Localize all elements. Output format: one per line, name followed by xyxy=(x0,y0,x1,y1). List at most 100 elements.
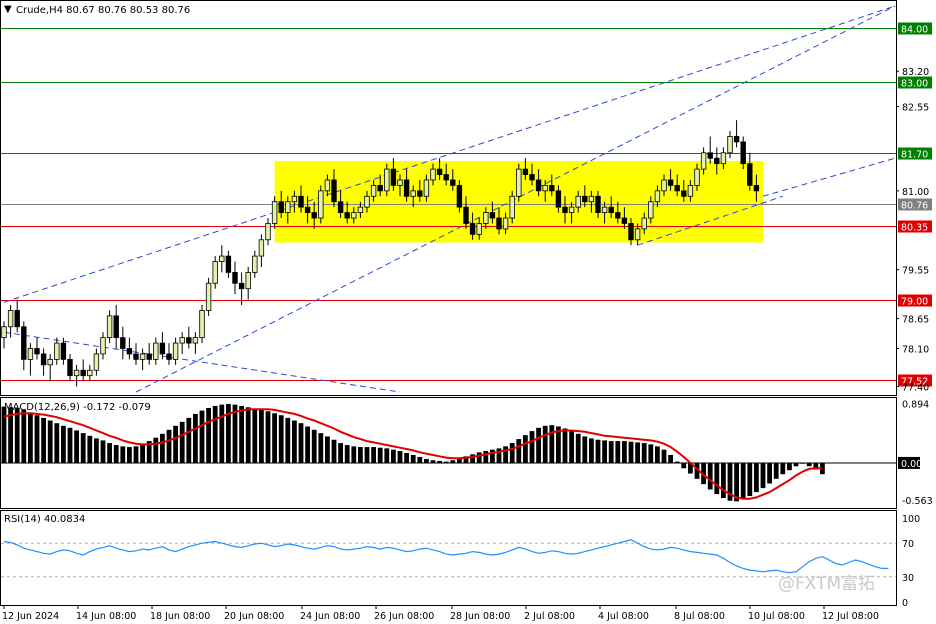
candle-body-2 xyxy=(14,310,20,328)
macd-bar-97 xyxy=(641,443,647,463)
candle-body-35 xyxy=(232,271,238,284)
candle-body-26 xyxy=(172,342,179,360)
candle-body-53 xyxy=(351,212,357,219)
macd-bar-2 xyxy=(14,407,20,463)
macd-bar-109 xyxy=(721,462,726,499)
macd-bar-21 xyxy=(140,444,145,463)
candle-body-36 xyxy=(238,282,245,290)
time-axis: 12 Jun 2024 14 Jun 08:00 18 Jun 08:00 20 Ju… xyxy=(2,605,879,622)
macd-bar-89 xyxy=(589,438,594,463)
time-tick-label-3: 20 Jun 08:00 xyxy=(224,611,284,622)
candle-body-87 xyxy=(575,195,581,208)
candle-body-103 xyxy=(681,190,687,197)
macd-bar-58 xyxy=(384,448,390,463)
macd-bar-25 xyxy=(166,429,172,463)
candle-body-43 xyxy=(285,201,291,213)
candle-body-88 xyxy=(582,195,588,203)
candle-body-57 xyxy=(377,185,383,192)
macd-bar-108 xyxy=(714,462,720,495)
time-tick-label-10: 10 Jul 08:00 xyxy=(748,611,805,622)
candle-body-96 xyxy=(634,228,641,241)
macd-bar-18 xyxy=(120,446,126,463)
macd-bar-49 xyxy=(325,436,330,463)
time-tick-label-4: 24 Jun 08:00 xyxy=(300,611,360,622)
rsi-tick-label-2: 30 xyxy=(902,573,914,584)
collapse-triangle-icon[interactable]: ▼ xyxy=(4,4,12,15)
macd-bar-64 xyxy=(424,458,429,463)
candle-body-104 xyxy=(687,185,694,197)
candle-body-60 xyxy=(397,179,403,186)
time-tick-label-6: 28 Jun 08:00 xyxy=(450,611,510,622)
candle-body-56 xyxy=(370,185,377,197)
macd-bar-88 xyxy=(582,436,588,463)
macd-bar-81 xyxy=(536,427,541,463)
candle-body-10 xyxy=(67,358,73,377)
macd-bar-32 xyxy=(212,405,218,463)
time-tick-label-5: 26 Jun 08:00 xyxy=(374,611,434,622)
macd-bar-47 xyxy=(311,429,317,463)
macd-bar-8 xyxy=(54,423,60,463)
macd-bar-6 xyxy=(41,417,46,463)
candle-body-83 xyxy=(549,185,555,192)
candle-body-22 xyxy=(146,353,152,360)
macd-bar-9 xyxy=(61,425,66,463)
time-tick-label-7: 2 Jul 08:00 xyxy=(524,611,575,622)
candle-body-9 xyxy=(60,342,67,360)
candle-body-74 xyxy=(489,212,496,219)
macd-bar-61 xyxy=(404,453,409,463)
macd-bar-107 xyxy=(707,462,713,490)
candle-body-94 xyxy=(621,217,628,224)
candle-body-38 xyxy=(252,255,258,273)
price-tick-label-5: 81.00 xyxy=(902,187,929,198)
macd-bar-56 xyxy=(371,447,376,463)
candle-body-99 xyxy=(654,190,661,203)
candle-body-29 xyxy=(192,337,199,344)
macd-bar-39 xyxy=(259,409,264,463)
time-tick-label-2: 18 Jun 08:00 xyxy=(150,611,210,622)
level-label-2: 81.70 xyxy=(901,150,928,161)
candle-body-102 xyxy=(674,185,680,192)
macd-bar-95 xyxy=(628,441,634,463)
price-chart: 84.0083.0081.7080.7680.3579.0077.52 83.2… xyxy=(0,0,933,622)
candle-body-7 xyxy=(47,358,53,366)
candle-body-4 xyxy=(27,348,34,360)
level-label-3: 80.76 xyxy=(901,201,928,212)
candle-body-90 xyxy=(595,195,601,213)
candle-body-19 xyxy=(126,348,133,355)
candle-body-55 xyxy=(364,195,370,208)
macd-bar-91 xyxy=(602,440,607,463)
macd-bar-101 xyxy=(668,454,673,463)
candle-body-15 xyxy=(100,337,106,355)
candle-body-89 xyxy=(588,195,595,203)
candle-body-112 xyxy=(740,141,746,165)
candle-body-75 xyxy=(496,217,502,230)
macd-bar-52 xyxy=(344,445,350,463)
candle-body-113 xyxy=(747,163,753,186)
time-tick-label-1: 14 Jun 08:00 xyxy=(76,611,136,622)
candle-body-79 xyxy=(522,168,529,175)
level-label-4: 80.35 xyxy=(901,223,928,234)
macd-bar-23 xyxy=(153,437,159,463)
macd-bar-99 xyxy=(655,446,660,463)
candle-body-68 xyxy=(450,179,456,186)
macd-bar-113 xyxy=(747,462,753,497)
macd-bar-55 xyxy=(364,447,370,463)
candle-body-69 xyxy=(456,185,463,208)
candle-body-6 xyxy=(40,353,47,366)
candle-body-3 xyxy=(21,326,27,360)
candle-body-77 xyxy=(509,195,515,219)
candle-body-13 xyxy=(87,369,93,377)
candle-body-97 xyxy=(641,217,647,230)
candle-body-47 xyxy=(311,212,317,219)
candle-body-86 xyxy=(568,206,575,213)
candle-body-37 xyxy=(245,271,251,290)
macd-bar-62 xyxy=(410,454,416,463)
macd-bar-12 xyxy=(80,433,86,463)
macd-bar-42 xyxy=(278,415,284,463)
candle-body-48 xyxy=(318,190,324,219)
macd-bar-83 xyxy=(549,425,555,463)
macd-bar-46 xyxy=(305,426,310,463)
candle-body-51 xyxy=(337,201,344,213)
candle-body-8 xyxy=(54,342,60,360)
candle-body-39 xyxy=(258,239,265,257)
